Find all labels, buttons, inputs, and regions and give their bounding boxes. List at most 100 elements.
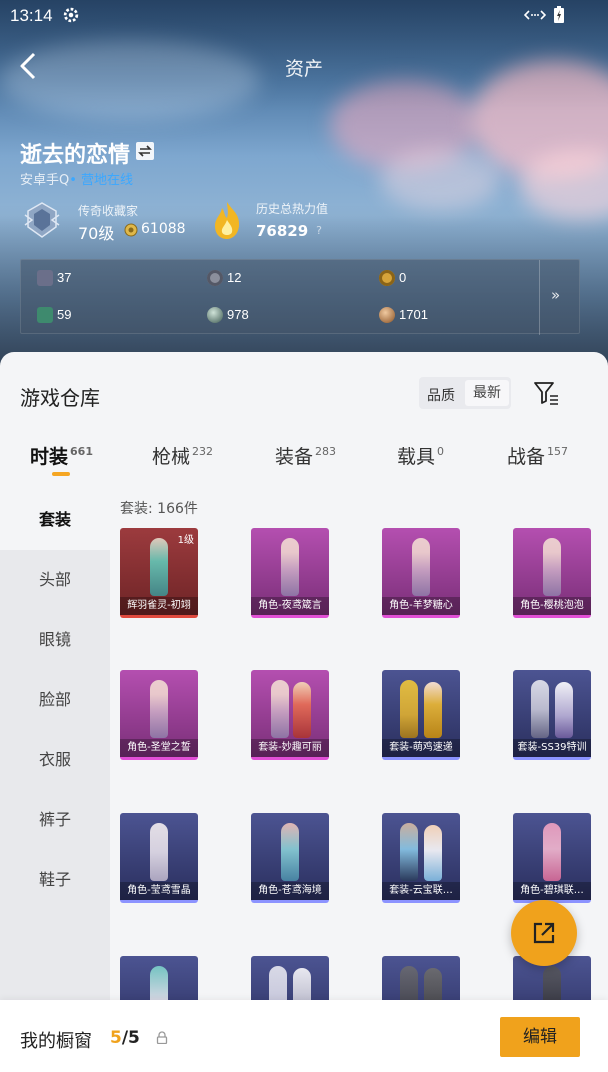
showcase-count: 5/5	[110, 1028, 140, 1048]
item-name: 角色-莹鸢雪晶	[120, 882, 198, 900]
player-level: 70级	[78, 224, 115, 243]
status-time: 13:14	[10, 6, 53, 25]
item-name: 角色-夜鸢箴言	[251, 597, 329, 615]
player-platform: 安卓手Q• 营地在线	[20, 169, 133, 188]
item-card[interactable]: 角色-碧琪联…	[513, 813, 591, 903]
status-bar: 13:14	[0, 0, 608, 32]
outfit-preview	[400, 823, 418, 881]
item-level: 1级	[177, 535, 194, 546]
outfit-preview	[293, 682, 311, 738]
sort-latest-option[interactable]: 最新	[465, 380, 509, 406]
item-name: 辉羽雀灵-初翊	[120, 597, 198, 615]
share-fab[interactable]	[511, 900, 577, 966]
sidebar-item-face[interactable]: 脸部	[0, 670, 110, 730]
stats-panel[interactable]: 37 12 0 59 978 1701 »	[20, 259, 580, 335]
sidebar-item-shoes[interactable]: 鞋子	[0, 850, 110, 910]
lock-icon	[156, 1031, 168, 1044]
outfit-preview	[271, 680, 289, 738]
online-status: • 营地在线	[69, 173, 134, 188]
showcase-label: 我的橱窗	[20, 1031, 92, 1052]
flame-icon	[215, 202, 240, 239]
filter-icon[interactable]	[532, 380, 560, 406]
outfit-preview	[281, 823, 299, 881]
coin-icon	[124, 223, 138, 237]
item-name: 套装-妙趣可丽	[251, 739, 329, 757]
outfit-preview	[281, 538, 299, 596]
sort-quality-option[interactable]: 品质	[427, 385, 455, 405]
sort-toggle[interactable]: 品质 最新	[419, 377, 511, 409]
outfit-preview	[150, 823, 168, 881]
player-name: 逝去的恋情	[20, 143, 131, 168]
divider	[539, 260, 540, 335]
sidebar-item-head[interactable]: 头部	[0, 550, 110, 610]
heat-value: 76829	[256, 222, 309, 240]
chevron-right-icon[interactable]: »	[551, 286, 560, 304]
item-card[interactable]: 套装-云宝联…	[382, 813, 460, 903]
gear-icon	[63, 7, 79, 23]
item-card[interactable]: 1级 辉羽雀灵-初翊	[120, 528, 198, 618]
item-card[interactable]: 角色-樱桃泡泡	[513, 528, 591, 618]
item-name: 套装-云宝联…	[382, 882, 460, 900]
item-card[interactable]: 角色-羊梦糖心	[382, 528, 460, 618]
item-name: 角色-羊梦糖心	[382, 597, 460, 615]
item-card[interactable]: 套装-妙趣可丽	[251, 670, 329, 760]
tab-supplies[interactable]: 战备 157	[507, 442, 568, 469]
outfit-preview	[400, 680, 418, 738]
sidebar-item-clothes[interactable]: 衣服	[0, 730, 110, 790]
card-icon	[37, 270, 53, 286]
warehouse-title: 游戏仓库	[20, 386, 100, 410]
badge-icon	[379, 270, 395, 286]
rank-badge-icon	[24, 202, 60, 238]
item-card[interactable]: 套装-SS39特训	[513, 670, 591, 760]
item-name: 套装-SS39特训	[513, 739, 591, 757]
sidebar-item-glasses[interactable]: 眼镜	[0, 610, 110, 670]
item-name: 套装-萌鸡速递	[382, 739, 460, 757]
open-external-icon	[533, 922, 555, 944]
item-card[interactable]: 角色-苍鸢海境	[251, 813, 329, 903]
chip-icon	[207, 270, 223, 286]
orb-icon	[207, 307, 223, 323]
tab-guns[interactable]: 枪械 232	[152, 442, 213, 469]
help-icon[interactable]: ?	[312, 224, 326, 238]
sidebar-item-pants[interactable]: 裤子	[0, 790, 110, 850]
outfit-preview	[424, 825, 442, 881]
tab-fashion[interactable]: 时装 661	[30, 442, 93, 469]
outfit-preview	[543, 538, 561, 596]
sidebar-item-outfits[interactable]: 套装	[0, 490, 110, 550]
outfit-preview	[424, 682, 442, 738]
outfit-preview	[412, 538, 430, 596]
showcase-total: /5	[121, 1028, 140, 1048]
tab-equipment[interactable]: 装备 283	[275, 442, 336, 469]
item-count: 套装: 166件	[120, 501, 198, 517]
item-card[interactable]: 角色-夜鸢箴言	[251, 528, 329, 618]
category-tabs: 时装 661 枪械 232 装备 283 载具 0 战备 157	[0, 436, 608, 480]
warehouse-panel: 游戏仓库 品质 最新 时装 661 枪械 232 装备 283 载具 0 战备 157 套…	[0, 352, 608, 1072]
coin-value: 61088	[141, 221, 186, 237]
bronze-icon	[379, 307, 395, 323]
item-name: 角色-圣堂之誓	[120, 739, 198, 757]
profile-header: 13:14 资产 逝去的恋情 安卓手Q• 营地在线 传奇收藏家 70级 6108…	[0, 0, 608, 372]
item-card[interactable]: 角色-莹鸢雪晶	[120, 813, 198, 903]
outfit-preview	[150, 680, 168, 738]
heat-title: 历史总热力值	[256, 202, 329, 216]
outfit-preview	[555, 682, 573, 738]
switch-account-icon[interactable]	[136, 142, 154, 160]
showcase-bar: 我的橱窗 5/5 编辑	[0, 1000, 608, 1072]
gem-icon	[37, 307, 53, 323]
item-card[interactable]: 套装-萌鸡速递	[382, 670, 460, 760]
tab-vehicles[interactable]: 载具 0	[397, 442, 444, 469]
item-name: 角色-碧琪联…	[513, 882, 591, 900]
platform-label: 安卓手Q	[20, 173, 70, 188]
data-transfer-icon	[524, 10, 546, 20]
rank-title: 传奇收藏家	[78, 204, 139, 218]
outfit-preview	[531, 680, 549, 738]
item-card[interactable]: 角色-圣堂之誓	[120, 670, 198, 760]
battery-icon	[554, 6, 564, 23]
showcase-current: 5	[110, 1028, 122, 1048]
outfit-preview	[543, 823, 561, 881]
edit-button[interactable]: 编辑	[500, 1017, 580, 1057]
item-name: 角色-苍鸢海境	[251, 882, 329, 900]
page-title: 资产	[284, 58, 323, 80]
outfit-preview	[150, 538, 168, 596]
active-tab-indicator	[52, 472, 70, 476]
